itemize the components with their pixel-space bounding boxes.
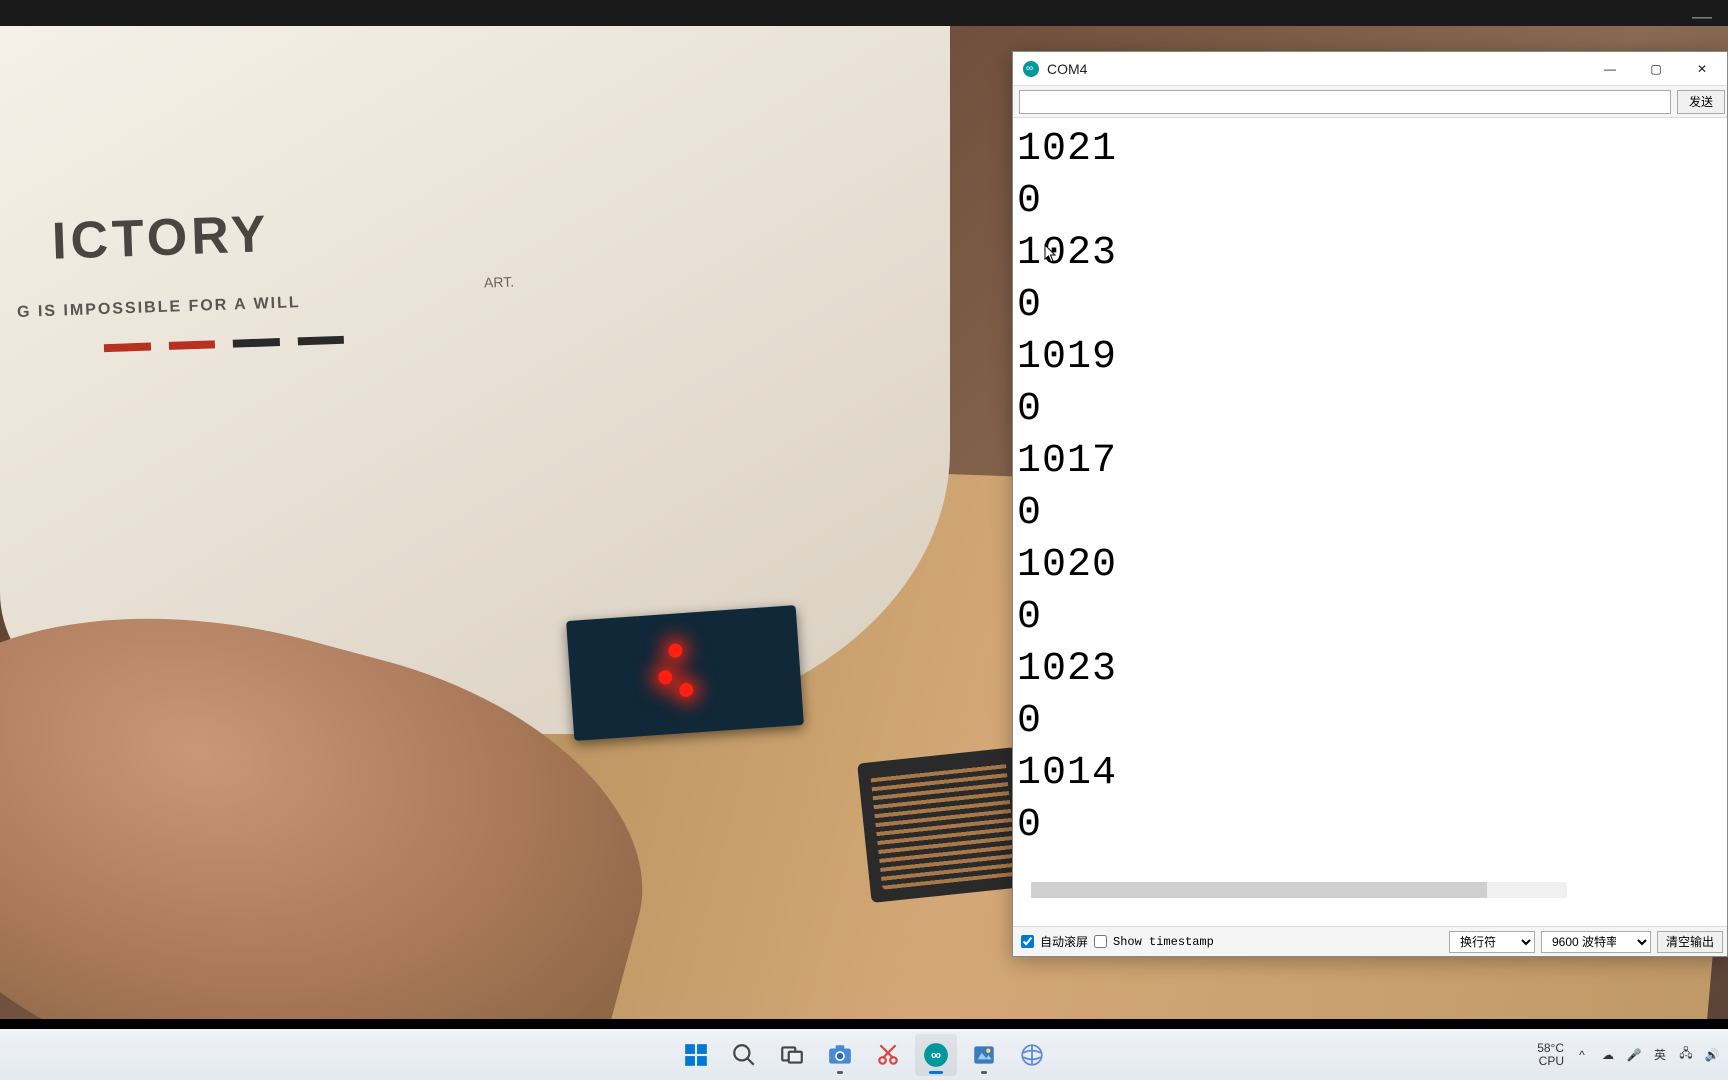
line-ending-select[interactable]: 换行符 xyxy=(1449,931,1535,953)
shirt-text-sub: ART. xyxy=(484,273,515,290)
autoscroll-checkbox[interactable] xyxy=(1021,935,1034,948)
app-minimize-button[interactable]: — xyxy=(1682,6,1722,26)
serial-titlebar[interactable]: COM4 — ▢ ✕ xyxy=(1013,52,1727,86)
arduino-board xyxy=(566,605,804,741)
cpu-temp-label: CPU xyxy=(1539,1055,1564,1068)
tray-mic-icon[interactable]: 🎤 xyxy=(1626,1047,1642,1063)
tray-network-icon[interactable]: 🖧 xyxy=(1678,1047,1694,1063)
taskbar-app-photos[interactable] xyxy=(963,1034,1005,1076)
taskbar-center: ∞ xyxy=(675,1029,1053,1080)
cpu-temp-widget[interactable]: 58°C CPU xyxy=(1537,1042,1564,1068)
scrollbar-thumb[interactable] xyxy=(1031,882,1487,898)
led-indicator xyxy=(668,643,683,658)
shirt-text-main: ICTORY xyxy=(51,204,271,272)
tray-chevron-icon[interactable]: ^ xyxy=(1574,1047,1590,1063)
clear-output-button[interactable]: 清空输出 xyxy=(1657,931,1723,953)
svg-text:∞: ∞ xyxy=(931,1046,941,1062)
serial-footer: 自动滚屏 Show timestamp 换行符 9600 波特率 清空输出 xyxy=(1013,926,1727,956)
windows-taskbar: ∞ 58°C CPU ^ ☁ 🎤 英 🖧 🔊 xyxy=(0,1028,1728,1080)
app-top-bar: — xyxy=(0,0,1728,26)
start-button[interactable] xyxy=(675,1034,717,1076)
taskbar-app-arduino[interactable]: ∞ xyxy=(915,1034,957,1076)
window-maximize-button[interactable]: ▢ xyxy=(1633,53,1679,85)
window-close-button[interactable]: ✕ xyxy=(1679,53,1725,85)
arduino-icon xyxy=(1023,61,1039,77)
serial-title: COM4 xyxy=(1047,61,1087,77)
tray-cloud-icon[interactable]: ☁ xyxy=(1600,1047,1616,1063)
autoscroll-label: 自动滚屏 xyxy=(1040,933,1088,950)
led-indicator xyxy=(658,670,673,685)
tray-volume-icon[interactable]: 🔊 xyxy=(1704,1047,1720,1063)
search-button[interactable] xyxy=(723,1034,765,1076)
taskbar-app-browser[interactable] xyxy=(1011,1034,1053,1076)
serial-input[interactable] xyxy=(1019,90,1671,114)
taskbar-app-camera[interactable] xyxy=(819,1034,861,1076)
timestamp-checkbox[interactable] xyxy=(1094,935,1107,948)
serial-monitor-window: COM4 — ▢ ✕ 发送 1021 0 1023 0 1019 0 1017 … xyxy=(1012,51,1728,957)
window-minimize-button[interactable]: — xyxy=(1587,53,1633,85)
cpu-temp-value: 58°C xyxy=(1537,1042,1564,1055)
timestamp-label: Show timestamp xyxy=(1113,935,1214,949)
horizontal-scrollbar[interactable] xyxy=(1031,882,1567,898)
taskview-button[interactable] xyxy=(771,1034,813,1076)
tray-ime-icon[interactable]: 英 xyxy=(1652,1047,1668,1063)
baud-rate-select[interactable]: 9600 波特率 xyxy=(1541,931,1651,953)
serial-send-button[interactable]: 发送 xyxy=(1677,90,1725,114)
desktop: — ICTORY ART. G IS IMPOSSIBLE FOR A WILL… xyxy=(0,0,1728,1080)
system-tray: 58°C CPU ^ ☁ 🎤 英 🖧 🔊 xyxy=(1537,1029,1720,1080)
serial-send-row: 发送 xyxy=(1013,86,1727,118)
serial-output[interactable]: 1021 0 1023 0 1019 0 1017 0 1020 0 1023 … xyxy=(1013,118,1727,926)
rain-sensor-module xyxy=(857,747,1031,903)
taskbar-app-snip[interactable] xyxy=(867,1034,909,1076)
led-indicator xyxy=(679,682,694,697)
